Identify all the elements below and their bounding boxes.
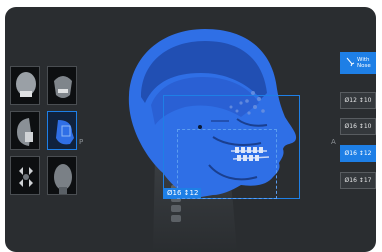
fov-option-16x17[interactable]: Ø16 ↕17: [340, 172, 376, 189]
nose-icon: [346, 57, 355, 67]
posterior-label: P: [79, 138, 84, 146]
fov-option-label: Ø16 ↕17: [344, 177, 372, 184]
fov-option-16x10[interactable]: Ø16 ↕10: [340, 118, 376, 135]
fov-option-label: Ø12 ↕10: [344, 97, 372, 104]
app-window: Ø16 ↕12 P A With Nose Ø12 ↕10 Ø16 ↕10 Ø1…: [5, 7, 376, 252]
with-nose-button[interactable]: With Nose: [340, 52, 376, 74]
fov-option-12x10[interactable]: Ø12 ↕10: [340, 92, 376, 109]
thumb-frontal-skull[interactable]: [10, 66, 40, 105]
anterior-label: A: [331, 138, 336, 146]
with-nose-line2: Nose: [357, 63, 371, 69]
fov-option-label: Ø16 ↕12: [344, 150, 372, 157]
thumb-tmj[interactable]: [10, 156, 40, 195]
thumb-lateral-left[interactable]: [10, 111, 40, 150]
fov-option-16x12-selected[interactable]: Ø16 ↕12: [340, 145, 376, 162]
thumb-lateral-right-selected[interactable]: [47, 111, 77, 150]
thumb-mandible[interactable]: [47, 66, 77, 105]
fov-size-label: Ø16 ↕12: [164, 188, 202, 198]
fov-option-label: Ø16 ↕10: [344, 123, 372, 130]
thumb-posterior-head[interactable]: [47, 156, 77, 195]
